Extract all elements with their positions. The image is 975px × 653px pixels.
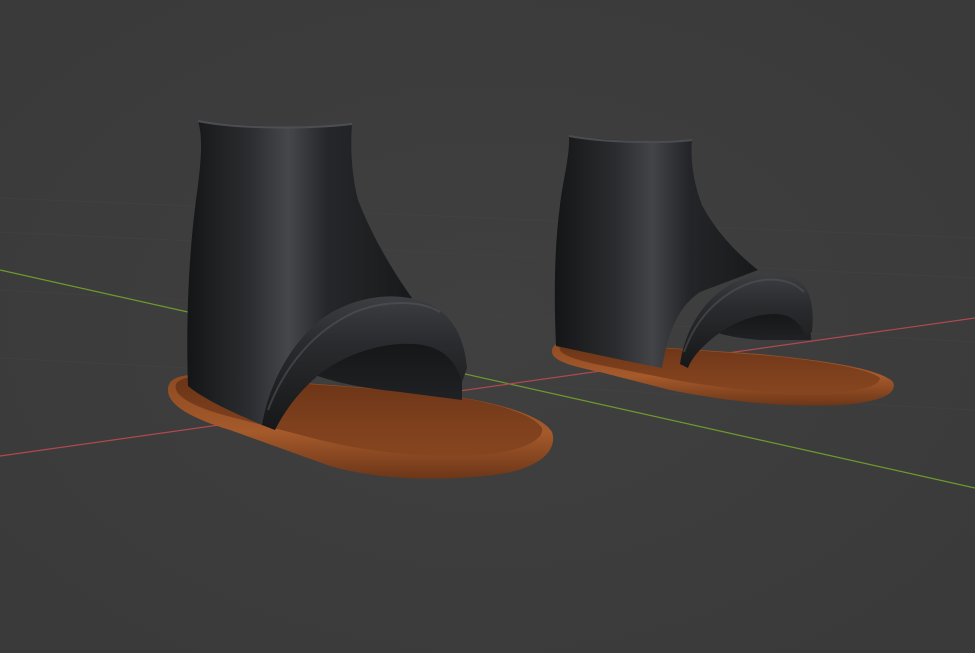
- viewport-canvas[interactable]: [0, 0, 975, 653]
- 3d-viewport[interactable]: [0, 0, 975, 653]
- viewport-background: [0, 0, 975, 653]
